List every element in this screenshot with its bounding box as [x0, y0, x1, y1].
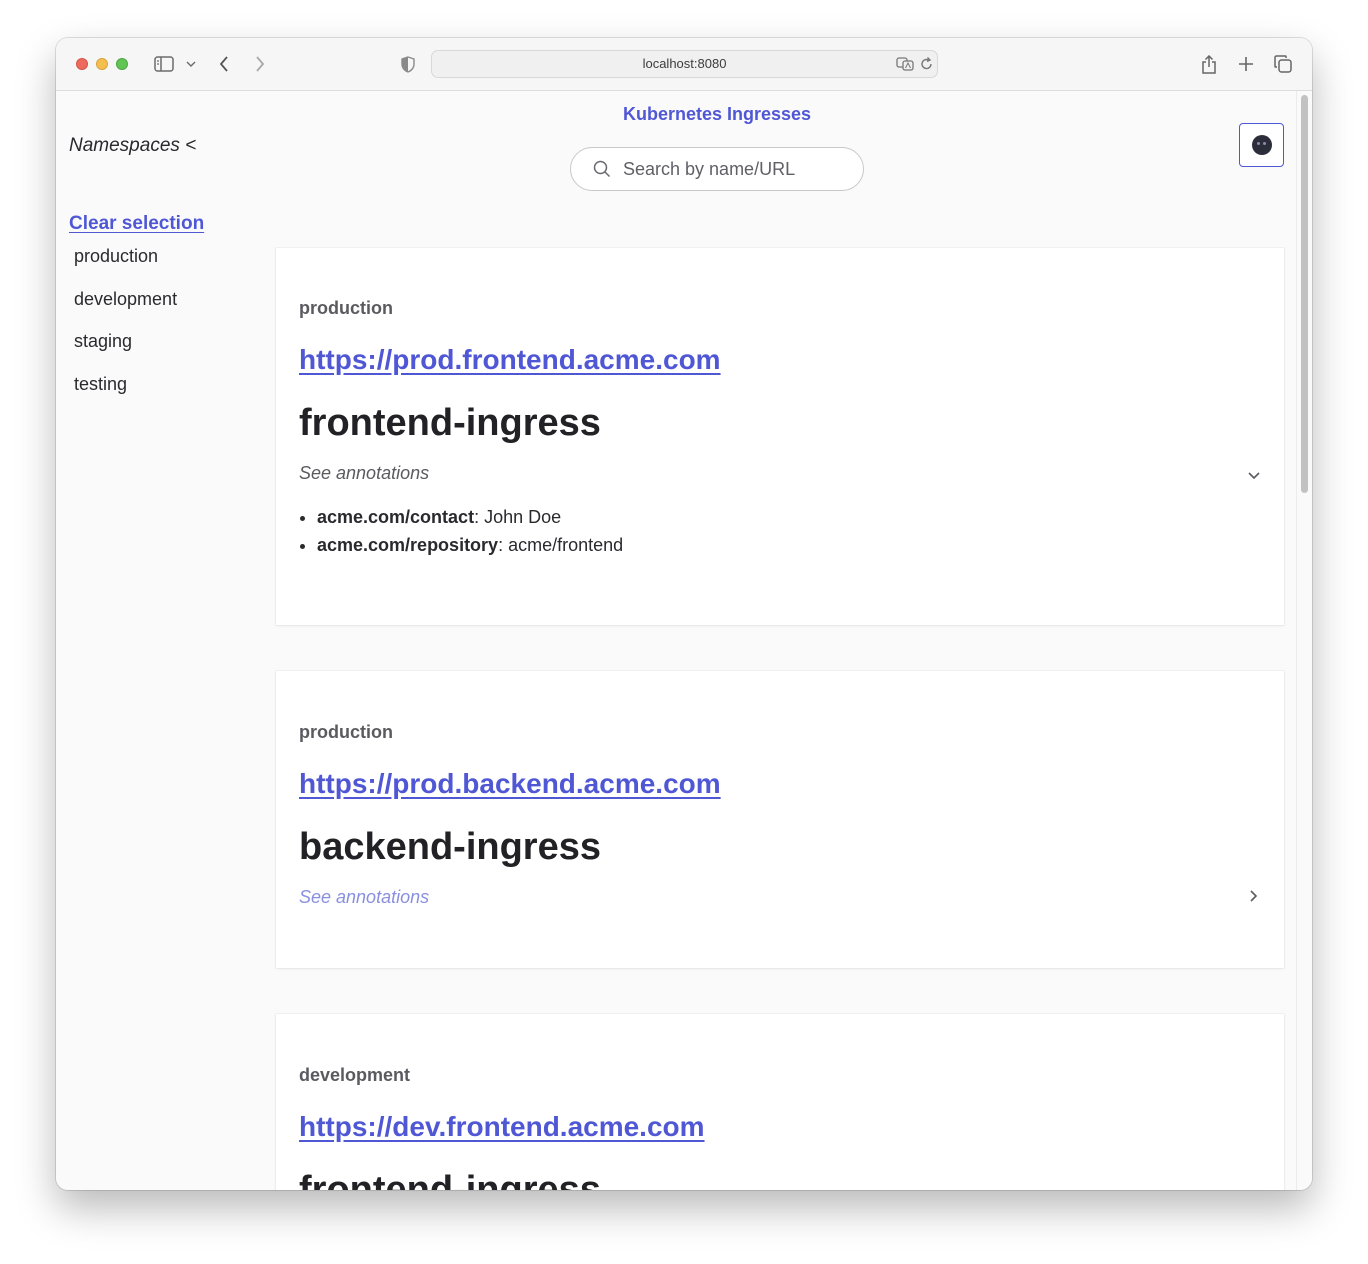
- user-menu-button[interactable]: [1239, 123, 1284, 167]
- ingress-card: production https://prod.backend.acme.com…: [276, 671, 1284, 968]
- annotations-toggle-label: See annotations: [299, 887, 430, 907]
- namespace-sidebar: Namespaces < Clear selection production …: [56, 91, 266, 1190]
- ingress-card: production https://prod.frontend.acme.co…: [276, 248, 1284, 625]
- annotations-list: acme.com/contact: John Doe acme.com/repo…: [317, 503, 623, 559]
- chevron-down-icon[interactable]: [185, 52, 197, 76]
- namespace-item-testing[interactable]: testing: [74, 373, 177, 416]
- search-input[interactable]: [623, 158, 843, 180]
- card-namespace: production: [299, 722, 393, 742]
- close-window-button[interactable]: [76, 58, 88, 70]
- annotation-value: : acme/frontend: [498, 535, 624, 555]
- annotation-key: acme.com/contact: [317, 507, 475, 527]
- share-icon[interactable]: [1199, 52, 1219, 76]
- annotation-value: : John Doe: [474, 507, 562, 527]
- annotation-key: acme.com/repository: [317, 535, 499, 555]
- ingress-url-link[interactable]: https://prod.frontend.acme.com: [299, 344, 721, 376]
- annotation-item: acme.com/repository: acme/frontend: [317, 531, 623, 559]
- sidebar-toggle-icon[interactable]: [153, 52, 175, 76]
- zoom-window-button[interactable]: [116, 58, 128, 70]
- ingress-name: backend-ingress: [299, 826, 601, 868]
- browser-toolbar: localhost:8080: [56, 38, 1312, 91]
- chevron-right-icon: [1249, 889, 1258, 908]
- privacy-shield-icon[interactable]: [399, 52, 417, 76]
- back-icon[interactable]: [216, 52, 232, 76]
- tabs-overview-icon[interactable]: [1273, 52, 1293, 76]
- ingress-card: development https://dev.frontend.acme.co…: [276, 1014, 1284, 1190]
- annotations-toggle[interactable]: See annotations: [299, 463, 1261, 489]
- scrollbar[interactable]: [1296, 91, 1312, 1190]
- reload-icon[interactable]: [919, 55, 933, 73]
- chevron-down-icon: [1247, 467, 1261, 485]
- namespaces-toggle[interactable]: Namespaces <: [69, 135, 196, 157]
- scrollbar-thumb[interactable]: [1301, 95, 1308, 493]
- annotations-toggle[interactable]: See annotations: [299, 887, 1261, 913]
- annotation-item: acme.com/contact: John Doe: [317, 503, 623, 531]
- namespace-item-production[interactable]: production: [74, 245, 177, 288]
- namespace-item-staging[interactable]: staging: [74, 330, 177, 373]
- new-tab-icon[interactable]: [1236, 52, 1256, 76]
- forward-icon[interactable]: [252, 52, 268, 76]
- browser-window: localhost:8080 Namespaces < Clear select…: [56, 38, 1312, 1190]
- ingress-name: frontend-ingress: [299, 402, 601, 444]
- minimize-window-button[interactable]: [96, 58, 108, 70]
- address-bar[interactable]: localhost:8080: [431, 50, 938, 78]
- avatar: [1252, 135, 1272, 155]
- ingress-url-link[interactable]: https://prod.backend.acme.com: [299, 768, 721, 800]
- address-text: localhost:8080: [642, 56, 727, 71]
- namespace-item-development[interactable]: development: [74, 288, 177, 331]
- page-content: Namespaces < Clear selection production …: [56, 91, 1312, 1190]
- ingress-name: frontend-ingress: [299, 1169, 601, 1190]
- clear-selection-link[interactable]: Clear selection: [69, 213, 204, 235]
- annotations-toggle-label: See annotations: [299, 463, 430, 483]
- ingress-url-link[interactable]: https://dev.frontend.acme.com: [299, 1111, 705, 1143]
- page-title: Kubernetes Ingresses: [622, 104, 812, 124]
- translate-icon[interactable]: [895, 54, 915, 74]
- card-namespace: production: [299, 298, 393, 318]
- card-namespace: development: [299, 1065, 411, 1085]
- search-icon: [593, 160, 611, 183]
- search-box[interactable]: [570, 147, 864, 191]
- namespace-list: production development staging testing: [74, 245, 177, 415]
